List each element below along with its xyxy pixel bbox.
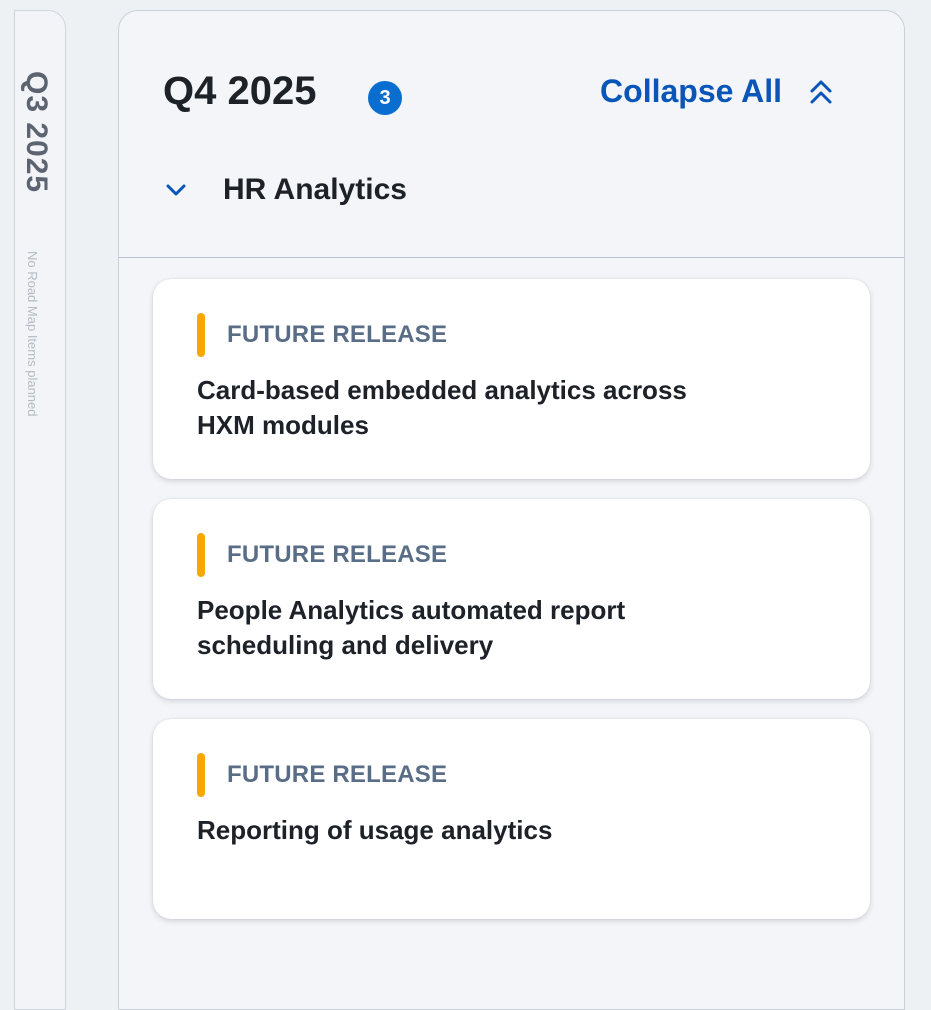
- previous-quarter-title: Q3 2025: [20, 71, 53, 194]
- status-indicator: [197, 533, 205, 577]
- status-indicator: [197, 753, 205, 797]
- status-indicator: [197, 313, 205, 357]
- group-toggle-hr-analytics[interactable]: HR Analytics: [165, 173, 407, 207]
- double-chevron-up-icon: [810, 80, 832, 103]
- status-label: FUTURE RELEASE: [227, 321, 448, 348]
- chevron-down-icon: [166, 184, 186, 196]
- collapse-all-label: Collapse All: [600, 73, 782, 109]
- roadmap-card[interactable]: FUTURE RELEASE Reporting of usage analyt…: [153, 719, 870, 919]
- item-count-badge: 3: [368, 81, 402, 115]
- previous-quarter-subtitle: No Road Map Items planned: [25, 251, 40, 417]
- card-title: Reporting of usage analytics: [197, 815, 553, 845]
- card-title: People Analytics automated report schedu…: [197, 595, 626, 660]
- column-title: Q4 2025: [163, 69, 317, 113]
- status-label: FUTURE RELEASE: [227, 761, 448, 788]
- collapse-all-button[interactable]: Collapse All: [600, 73, 834, 110]
- column-header: Q4 2025 3 Collapse All HR Analytics: [119, 11, 904, 258]
- status-label: FUTURE RELEASE: [227, 541, 448, 568]
- previous-quarter-column[interactable]: Q3 2025 No Road Map Items planned: [14, 10, 66, 1010]
- group-label: HR Analytics: [223, 173, 407, 206]
- card-title: Card-based embedded analytics across HXM…: [197, 375, 687, 440]
- quarter-column: Q4 2025 3 Collapse All HR Analytics FUTU…: [118, 10, 905, 1010]
- card-list: FUTURE RELEASE Card-based embedded analy…: [153, 279, 870, 939]
- roadmap-card[interactable]: FUTURE RELEASE Card-based embedded analy…: [153, 279, 870, 479]
- roadmap-card[interactable]: FUTURE RELEASE People Analytics automate…: [153, 499, 870, 699]
